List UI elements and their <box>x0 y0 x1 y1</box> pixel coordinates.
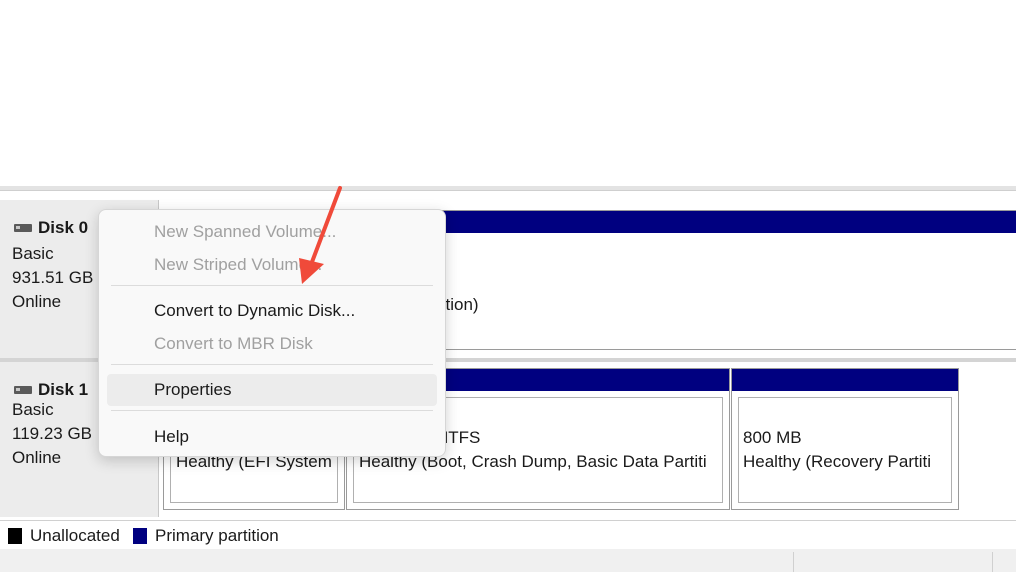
annotation-arrow-icon <box>299 186 342 284</box>
